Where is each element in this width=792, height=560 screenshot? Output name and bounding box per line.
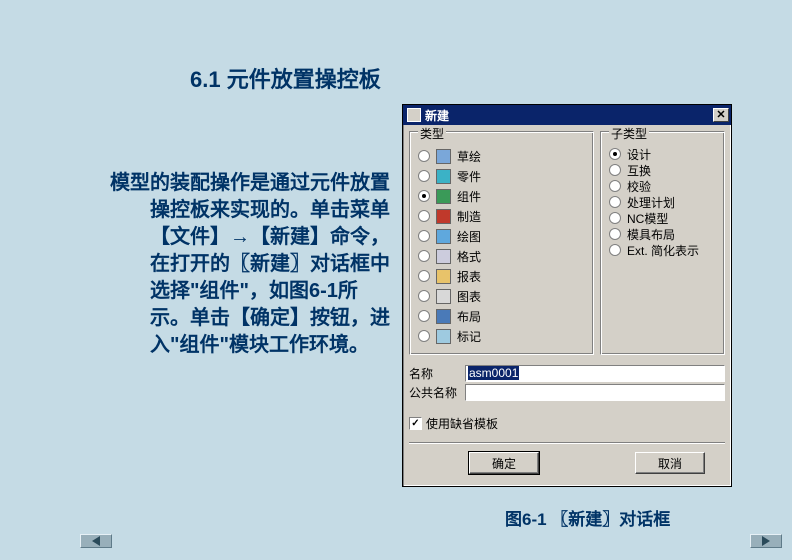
subtype-label: 模具布局: [627, 226, 675, 243]
type-icon: [436, 209, 451, 224]
radio-icon: [418, 150, 430, 162]
ok-button[interactable]: 确定: [469, 452, 539, 474]
type-icon: [436, 249, 451, 264]
radio-icon: [609, 228, 621, 240]
arrow-left-icon: [92, 536, 100, 546]
subtype-radio-处理计划[interactable]: 处理计划: [609, 194, 716, 210]
type-label: 组件: [457, 188, 481, 205]
type-label: 制造: [457, 208, 481, 225]
radio-icon: [609, 148, 621, 160]
radio-icon: [418, 290, 430, 302]
type-label: 绘图: [457, 228, 481, 245]
common-name-label: 公共名称: [409, 384, 461, 401]
prev-slide-button[interactable]: [80, 534, 112, 548]
new-dialog: 新建 ✕ 类型 草绘零件组件制造绘图格式报表图表布局标记 子类型 设计互换校验处…: [402, 104, 732, 487]
type-label: 报表: [457, 268, 481, 285]
radio-icon: [609, 212, 621, 224]
use-default-template-label: 使用缺省模板: [426, 415, 498, 432]
radio-icon: [418, 190, 430, 202]
subtype-radio-互换[interactable]: 互换: [609, 162, 716, 178]
subtype-label: 处理计划: [627, 194, 675, 211]
type-radio-草绘[interactable]: 草绘: [418, 146, 585, 166]
name-label: 名称: [409, 365, 461, 382]
use-default-template-checkbox[interactable]: ✓: [409, 417, 422, 430]
radio-icon: [418, 210, 430, 222]
type-group-title: 类型: [418, 125, 446, 142]
subtype-radio-校验[interactable]: 校验: [609, 178, 716, 194]
radio-icon: [418, 310, 430, 322]
type-label: 草绘: [457, 148, 481, 165]
type-radio-组件[interactable]: 组件: [418, 186, 585, 206]
type-label: 格式: [457, 248, 481, 265]
type-radio-格式[interactable]: 格式: [418, 246, 585, 266]
figure-caption: 图6-1 〖新建〗对话框: [505, 505, 670, 530]
subtype-label: 设计: [627, 146, 651, 163]
type-radio-绘图[interactable]: 绘图: [418, 226, 585, 246]
common-name-input[interactable]: [465, 384, 725, 401]
cancel-button[interactable]: 取消: [635, 452, 705, 474]
radio-icon: [418, 230, 430, 242]
subtype-label: 校验: [627, 178, 651, 195]
radio-icon: [418, 270, 430, 282]
type-icon: [436, 289, 451, 304]
body-text: 模型的装配操作是通过元件放置操控板来实现的。单击菜单【文件】→【新建】命令，在打…: [110, 170, 390, 359]
slide-title: 6.1 元件放置操控板: [190, 62, 381, 94]
type-icon: [436, 269, 451, 284]
name-input[interactable]: asm0001: [465, 365, 725, 382]
type-radio-制造[interactable]: 制造: [418, 206, 585, 226]
window-title: 新建: [425, 107, 713, 124]
next-slide-button[interactable]: [750, 534, 782, 548]
radio-icon: [609, 196, 621, 208]
subtype-radio-NC模型[interactable]: NC模型: [609, 210, 716, 226]
subtype-radio-Ext. 简化表示[interactable]: Ext. 简化表示: [609, 242, 716, 258]
type-icon: [436, 149, 451, 164]
titlebar[interactable]: 新建 ✕: [403, 105, 731, 125]
type-group: 类型 草绘零件组件制造绘图格式报表图表布局标记: [409, 131, 594, 355]
subtype-label: 互换: [627, 162, 651, 179]
subtype-group: 子类型 设计互换校验处理计划NC模型模具布局Ext. 简化表示: [600, 131, 725, 355]
type-radio-布局[interactable]: 布局: [418, 306, 585, 326]
radio-icon: [418, 170, 430, 182]
subtype-label: NC模型: [627, 210, 668, 227]
separator: [409, 442, 725, 444]
type-icon: [436, 309, 451, 324]
type-radio-图表[interactable]: 图表: [418, 286, 585, 306]
subtype-label: Ext. 简化表示: [627, 242, 699, 259]
type-icon: [436, 329, 451, 344]
type-label: 图表: [457, 288, 481, 305]
arrow-right-icon: [762, 536, 770, 546]
radio-icon: [418, 250, 430, 262]
type-label: 零件: [457, 168, 481, 185]
type-icon: [436, 169, 451, 184]
radio-icon: [609, 244, 621, 256]
type-label: 标记: [457, 328, 481, 345]
type-radio-报表[interactable]: 报表: [418, 266, 585, 286]
radio-icon: [418, 330, 430, 342]
window-icon: [407, 108, 421, 122]
type-icon: [436, 229, 451, 244]
subtype-radio-设计[interactable]: 设计: [609, 146, 716, 162]
type-radio-零件[interactable]: 零件: [418, 166, 585, 186]
type-radio-标记[interactable]: 标记: [418, 326, 585, 346]
subtype-radio-模具布局[interactable]: 模具布局: [609, 226, 716, 242]
type-label: 布局: [457, 308, 481, 325]
subtype-group-title: 子类型: [609, 125, 649, 142]
radio-icon: [609, 180, 621, 192]
close-button[interactable]: ✕: [713, 108, 729, 122]
type-icon: [436, 189, 451, 204]
radio-icon: [609, 164, 621, 176]
